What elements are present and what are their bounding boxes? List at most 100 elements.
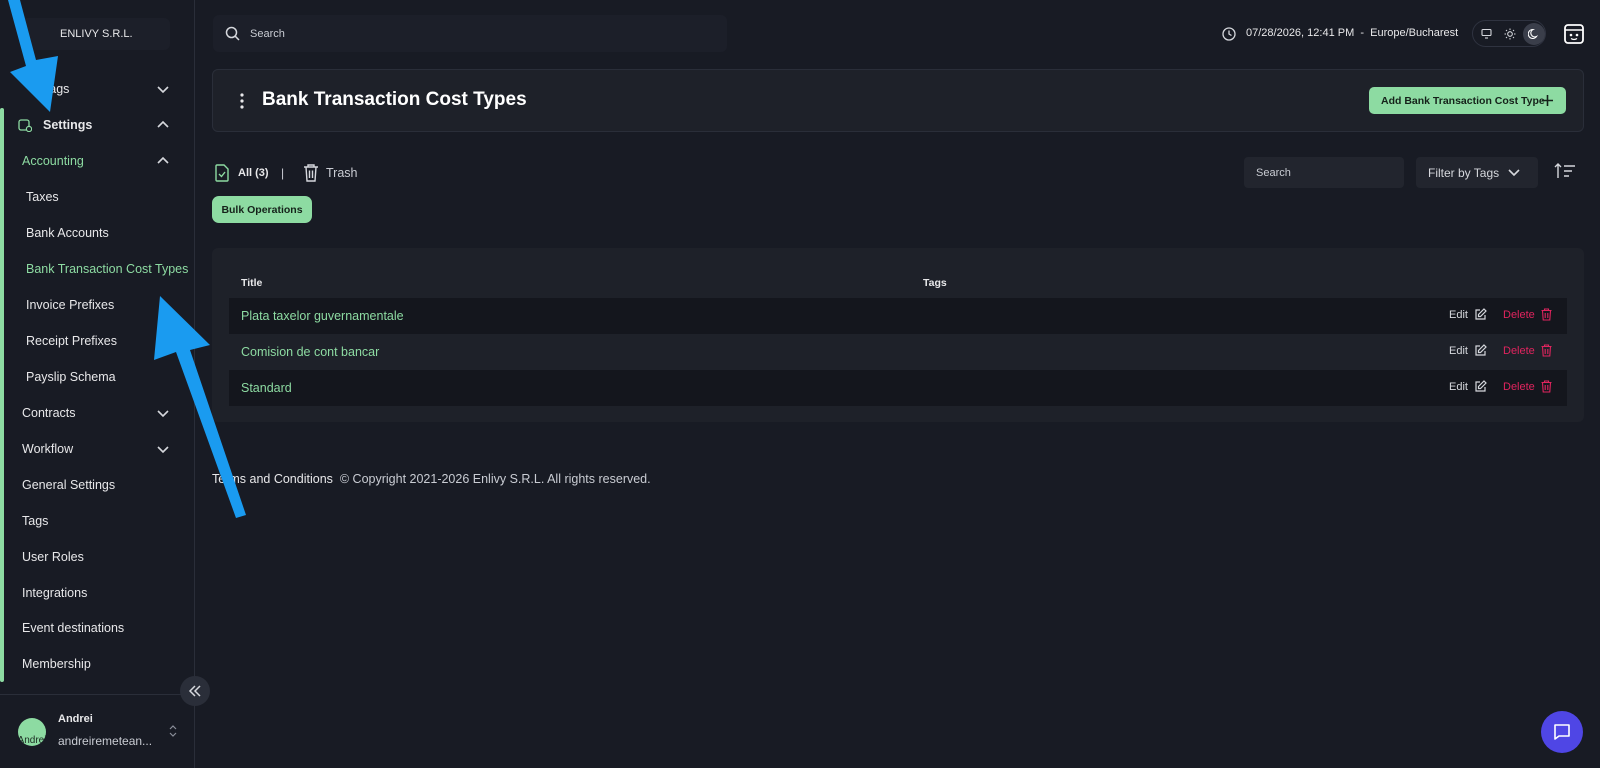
row-title-link[interactable]: Comision de cont bancar — [241, 345, 379, 359]
edit-icon[interactable] — [1474, 308, 1487, 321]
sidebar-item-contracts[interactable]: Contracts — [0, 397, 192, 429]
sidebar-item-label: Invoice Prefixes — [26, 298, 115, 312]
sidebar-item-label: Workflow — [22, 442, 74, 456]
table-search-input[interactable]: Search — [1244, 157, 1404, 188]
edit-icon[interactable] — [1474, 380, 1487, 393]
chevron-up-icon — [157, 156, 169, 164]
chevron-up-icon — [157, 120, 169, 128]
edit-button[interactable]: Edit — [1449, 309, 1468, 321]
monitor-icon — [1480, 28, 1492, 39]
sidebar-item-label: Receipt Prefixes — [26, 334, 118, 348]
theme-system-button[interactable] — [1475, 23, 1497, 45]
search-placeholder: Search — [1256, 166, 1291, 179]
filter-separator: | — [281, 166, 285, 180]
sidebar-item-tags-collapsed[interactable]: Tags — [0, 73, 192, 105]
edit-icon[interactable] — [1474, 344, 1487, 357]
sidebar-item-receipt-prefixes[interactable]: Receipt Prefixes — [0, 325, 192, 357]
sidebar-item-label: Tags — [22, 514, 49, 528]
trash-icon[interactable] — [1541, 380, 1552, 393]
filter-by-tags-dropdown[interactable]: Filter by Tags — [1416, 157, 1538, 188]
filter-trash-tab[interactable]: Trash — [326, 166, 358, 180]
add-button-label: Add Bank Transaction Cost Type — [1381, 94, 1545, 107]
sidebar-item-label: Payslip Schema — [26, 370, 116, 384]
company-switcher[interactable]: ENLIVY S.R.L. — [20, 18, 170, 50]
sidebar-item-taxes[interactable]: Taxes — [0, 181, 192, 213]
sidebar-item-label: General Settings — [22, 478, 116, 492]
page-title: Bank Transaction Cost Types — [262, 89, 527, 110]
sidebar-item-label: Bank Transaction Cost Types — [26, 262, 189, 276]
sidebar: ENLIVY S.R.L. Tags Settings Accounting T… — [0, 0, 195, 768]
sidebar-item-payslip-schema[interactable]: Payslip Schema — [0, 361, 192, 393]
sidebar-item-settings[interactable]: Settings — [0, 109, 192, 141]
sidebar-item-workflow[interactable]: Workflow — [0, 433, 192, 465]
sidebar-item-integrations[interactable]: Integrations — [0, 577, 192, 609]
bulk-operations-label: Bulk Operations — [221, 203, 303, 216]
global-search-input[interactable]: Search — [213, 15, 727, 52]
avatar-alt-text: Andrei — [18, 735, 46, 746]
search-icon — [225, 26, 240, 41]
chevron-down-icon — [1508, 169, 1520, 177]
delete-button[interactable]: Delete — [1503, 309, 1535, 321]
sidebar-item-label: Accounting — [22, 154, 84, 168]
row-title-link[interactable]: Standard — [241, 381, 292, 395]
bulk-operations-button[interactable]: Bulk Operations — [212, 196, 312, 223]
table-row: Comision de cont bancar Edit Delete — [229, 334, 1567, 370]
sidebar-item-user-roles[interactable]: User Roles — [0, 541, 192, 573]
sidebar-item-label: Contracts — [22, 406, 76, 420]
sidebar-item-invoice-prefixes[interactable]: Invoice Prefixes — [0, 289, 192, 321]
sidebar-item-general-settings[interactable]: General Settings — [0, 469, 192, 501]
sidebar-item-accounting[interactable]: Accounting — [0, 145, 192, 177]
sidebar-item-bank-accounts[interactable]: Bank Accounts — [0, 217, 192, 249]
filter-all-tab[interactable]: All (3) — [238, 167, 269, 179]
moon-icon — [1528, 28, 1539, 39]
user-name: Andrei — [58, 713, 93, 725]
column-header-title[interactable]: Title — [241, 277, 262, 289]
more-options-icon[interactable] — [237, 92, 247, 110]
sidebar-item-tags[interactable]: Tags — [0, 505, 192, 537]
sidebar-item-label: Settings — [43, 118, 93, 132]
chat-bubble-icon — [1554, 724, 1570, 740]
plus-icon — [1542, 95, 1553, 106]
theme-switcher[interactable] — [1472, 20, 1546, 47]
settings-icon — [18, 119, 32, 132]
search-placeholder: Search — [250, 27, 285, 40]
theme-dark-button[interactable] — [1523, 22, 1545, 45]
sidebar-item-label: Event destinations — [22, 621, 125, 635]
sidebar-item-label: User Roles — [22, 550, 84, 564]
avatar[interactable]: Andrei — [18, 718, 46, 746]
add-bank-transaction-cost-type-button[interactable]: Add Bank Transaction Cost Type — [1369, 87, 1566, 114]
chevron-down-icon — [157, 86, 169, 94]
chevron-up-down-icon[interactable] — [168, 724, 178, 738]
chevron-down-icon — [157, 410, 169, 418]
chevron-down-icon — [157, 446, 169, 454]
sidebar-item-label: Membership — [22, 657, 91, 671]
sidebar-item-bank-transaction-cost-types[interactable]: Bank Transaction Cost Types — [0, 253, 192, 285]
footer: Terms and Conditions © Copyright 2021-20… — [212, 472, 651, 486]
delete-button[interactable]: Delete — [1503, 345, 1535, 357]
page-header: Bank Transaction Cost Types Add Bank Tra… — [212, 69, 1584, 132]
row-title-link[interactable]: Plata taxelor guvernamentale — [241, 309, 404, 323]
chat-support-button[interactable] — [1541, 711, 1583, 753]
double-chevron-left-icon — [188, 685, 201, 697]
clock-icon — [1222, 27, 1236, 41]
app-profile-icon[interactable] — [1563, 23, 1585, 45]
edit-button[interactable]: Edit — [1449, 345, 1468, 357]
sidebar-item-label: Integrations — [22, 586, 88, 600]
data-table: Title Tags Plata taxelor guvernamentale … — [212, 248, 1584, 422]
sidebar-item-label: Tags — [43, 82, 70, 96]
sort-icon[interactable] — [1554, 162, 1576, 180]
theme-light-button[interactable] — [1499, 23, 1521, 45]
datetime-timezone: 07/28/2026, 12:41 PM - Europe/Bucharest — [1246, 27, 1459, 39]
terms-link[interactable]: Terms and Conditions — [212, 472, 333, 486]
sidebar-item-membership[interactable]: Membership — [0, 648, 192, 680]
trash-icon[interactable] — [1541, 344, 1552, 357]
file-check-icon — [215, 164, 229, 182]
edit-button[interactable]: Edit — [1449, 381, 1468, 393]
trash-icon — [304, 164, 318, 182]
user-email: andreiremetean... — [58, 734, 153, 748]
delete-button[interactable]: Delete — [1503, 381, 1535, 393]
collapse-sidebar-button[interactable] — [180, 676, 210, 706]
trash-icon[interactable] — [1541, 308, 1552, 321]
sidebar-item-event-destinations[interactable]: Event destinations — [0, 612, 192, 644]
copyright-text: © Copyright 2021-2026 Enlivy S.R.L. All … — [339, 472, 651, 486]
